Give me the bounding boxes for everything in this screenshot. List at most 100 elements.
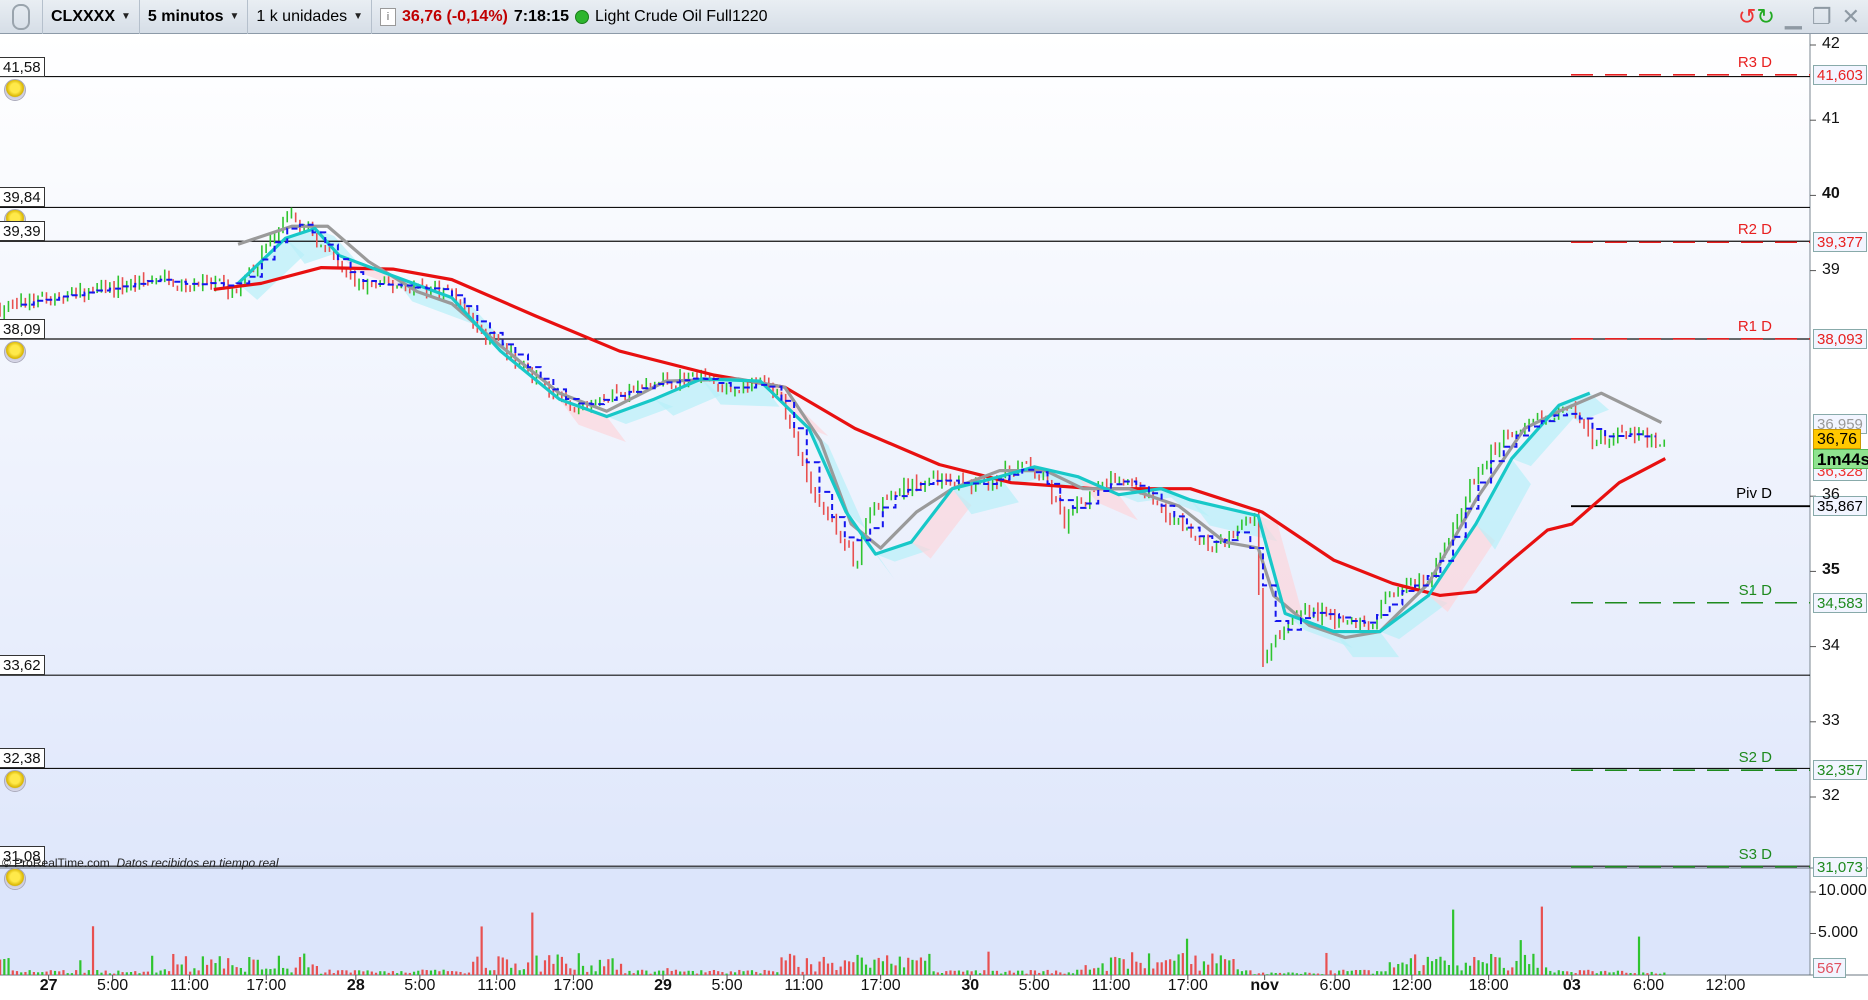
volume-bar xyxy=(1574,973,1577,975)
x-tick-label: 5:00 xyxy=(1018,977,1050,994)
volume-bar xyxy=(15,971,19,975)
volume-bar xyxy=(966,970,969,975)
volume-bar xyxy=(535,955,538,975)
close-icon[interactable]: ✕ xyxy=(1842,4,1860,30)
volume-bar xyxy=(1308,972,1311,975)
volume-bar xyxy=(269,969,272,975)
volume-bar xyxy=(1642,972,1645,975)
volume-bar xyxy=(96,970,99,975)
volume-bar xyxy=(679,971,682,975)
volume-bar xyxy=(467,972,471,975)
drag-handle[interactable] xyxy=(0,0,43,34)
volume-bar xyxy=(746,970,749,975)
volume-bar xyxy=(1553,972,1556,975)
x-tick-label: 12:00 xyxy=(1391,977,1432,994)
volume-bar xyxy=(801,971,804,975)
volume-bar xyxy=(1046,969,1049,975)
volume-bar xyxy=(1371,973,1374,975)
refresh-icon[interactable]: ↺↻ xyxy=(1738,4,1775,30)
volume-bar xyxy=(1481,962,1484,975)
watermark-text: © ProRealTime.com xyxy=(2,856,110,870)
volume-bar xyxy=(919,957,923,975)
volume-bar xyxy=(810,964,813,975)
link-icon xyxy=(12,3,30,30)
restore-icon[interactable]: ❐ xyxy=(1812,4,1832,30)
volume-bar xyxy=(1004,971,1007,975)
volume-bar xyxy=(957,970,961,975)
price-change: 36,76 (-0,14%) xyxy=(402,7,508,25)
volume-bar xyxy=(159,970,162,975)
volume-bar xyxy=(1093,968,1096,975)
price-chart[interactable] xyxy=(0,34,1868,1000)
x-tick-label: 17:00 xyxy=(246,977,287,994)
volume-bar xyxy=(1583,970,1586,975)
chevron-down-icon: ▼ xyxy=(353,11,364,22)
volume-bar xyxy=(1101,963,1104,975)
volume-bar xyxy=(438,971,441,975)
x-tick-label: 17:00 xyxy=(860,977,901,994)
symbol-selector[interactable]: CLXXXX ▼ xyxy=(43,0,140,34)
volume-bar xyxy=(87,970,90,975)
volume-bar xyxy=(1422,965,1425,975)
volume-bar xyxy=(581,965,585,975)
volume-bar xyxy=(66,973,69,975)
volume-bar xyxy=(826,963,830,975)
volume-bar xyxy=(62,970,65,975)
volume-bar xyxy=(1160,962,1163,975)
units-selector[interactable]: 1 k unidades ▼ xyxy=(248,0,373,34)
volume-bar xyxy=(193,968,196,975)
alert-level-label: 39,84 xyxy=(0,187,45,208)
volume-bar xyxy=(49,970,52,975)
volume-bar xyxy=(843,960,846,975)
info-icon[interactable]: i xyxy=(380,7,397,26)
timeframe-selector[interactable]: 5 minutos ▼ xyxy=(140,0,249,34)
volume-bar xyxy=(58,971,61,975)
volume-bar xyxy=(315,965,318,975)
bell-icon[interactable] xyxy=(4,868,26,891)
volume-bar xyxy=(1194,955,1197,975)
volume-bar xyxy=(1384,971,1387,975)
volume-bar xyxy=(205,964,209,975)
volume-bar xyxy=(180,964,183,975)
status-dot-icon xyxy=(575,9,590,24)
volume-bar xyxy=(1367,970,1370,975)
volume-bar xyxy=(978,973,982,975)
volume-bar xyxy=(962,971,965,975)
volume-bar xyxy=(1059,972,1062,975)
y-tick-label: 40 xyxy=(1822,185,1840,203)
volume-bar xyxy=(712,969,716,975)
volume-bar xyxy=(1397,964,1400,975)
volume-bar xyxy=(505,959,509,975)
volume-bar xyxy=(222,968,226,975)
volume-bar xyxy=(556,954,559,975)
volume-bar xyxy=(417,970,420,975)
volume-bar xyxy=(1401,962,1404,975)
volume-bar xyxy=(641,969,644,975)
pivot-name: R2 D xyxy=(1737,221,1772,239)
volume-bar xyxy=(869,967,872,975)
volume-bar xyxy=(45,971,48,975)
volume-bar xyxy=(632,973,635,975)
volume-bar xyxy=(1485,963,1489,975)
bell-icon[interactable] xyxy=(4,78,26,101)
volume-bar xyxy=(1232,958,1235,975)
volume-bar xyxy=(184,956,188,975)
volume-bar xyxy=(577,953,580,975)
volume-bar xyxy=(396,973,399,975)
volume-bar xyxy=(1055,970,1058,975)
volume-bar xyxy=(560,956,563,975)
volume-bar xyxy=(1122,959,1125,975)
x-tick-label: 11:00 xyxy=(170,977,209,994)
volume-bar xyxy=(332,973,335,975)
volume-bar xyxy=(450,971,454,975)
volume-bar xyxy=(290,972,293,975)
volume-bar xyxy=(569,968,572,975)
volume-bar xyxy=(421,969,424,975)
minimize-icon[interactable]: ▁ xyxy=(1785,4,1802,30)
pivot-name: R1 D xyxy=(1737,317,1772,335)
volume-bar xyxy=(1532,953,1535,975)
alert-level-label: 32,38 xyxy=(0,748,45,769)
bell-icon[interactable] xyxy=(4,341,26,364)
volume-bar xyxy=(442,969,445,975)
volume-bar xyxy=(252,959,255,975)
